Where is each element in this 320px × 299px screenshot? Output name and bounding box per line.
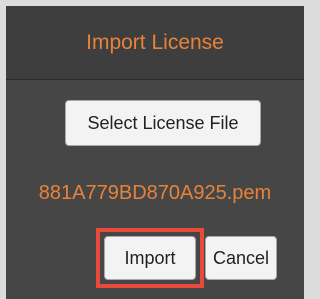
cancel-button[interactable]: Cancel: [205, 236, 277, 280]
import-license-dialog: Import License Select License File 881A7…: [6, 6, 304, 299]
select-license-file-button[interactable]: Select License File: [65, 100, 261, 146]
selected-file-name: 881A779BD870A925.pem: [38, 182, 272, 204]
dialog-title: Import License: [6, 6, 304, 80]
dialog-body: Select License File 881A779BD870A925.pem…: [6, 80, 304, 299]
import-button[interactable]: Import: [104, 236, 196, 280]
